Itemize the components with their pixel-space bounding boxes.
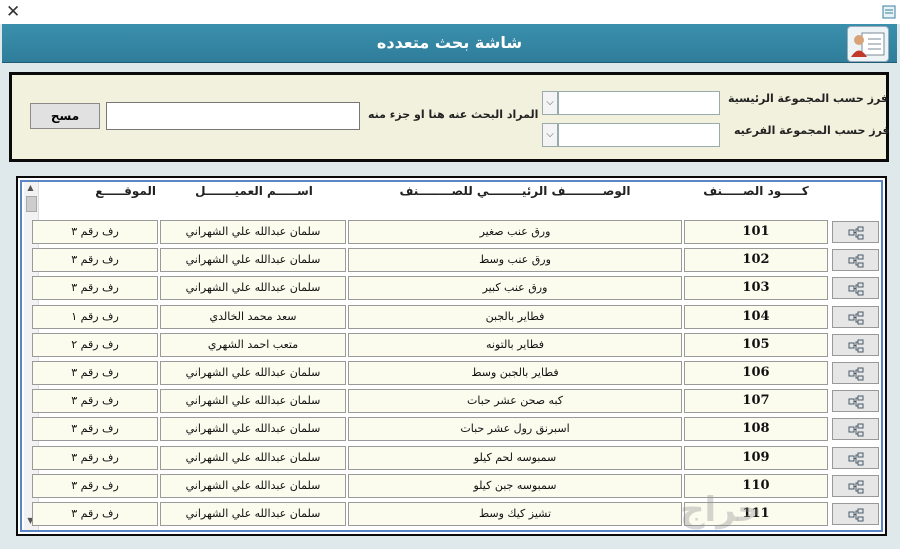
table-row[interactable]: رف رقم ١ سعد محمد الخالدي فطاير بالجبن 104 (0, 305, 900, 331)
cell-description[interactable]: تشيز كيك وسط (348, 502, 682, 526)
title-bar: شاشة بحث متعدده (2, 24, 897, 63)
cell-description[interactable]: فطاير بالتونه (348, 333, 682, 357)
hierarchy-icon (848, 282, 864, 296)
cell-location[interactable]: رف رقم ٣ (32, 502, 158, 526)
hierarchy-icon (848, 480, 864, 494)
row-select-button[interactable] (832, 249, 879, 271)
cell-code[interactable]: 107 (684, 389, 828, 413)
column-header-description[interactable]: الوصـــــــــف الرئيــــــــي للصـــــــ… (350, 180, 680, 202)
cell-employee[interactable]: سلمان عبدالله علي الشهراني (160, 446, 346, 470)
table-row[interactable]: رف رقم ٣ سلمان عبدالله علي الشهراني ورق عن… (0, 248, 900, 274)
row-select-button[interactable] (832, 277, 879, 299)
table-row[interactable]: رف رقم ٣ سلمان عبدالله علي الشهراني فطاير … (0, 361, 900, 387)
cell-employee[interactable]: سلمان عبدالله علي الشهراني (160, 502, 346, 526)
hierarchy-icon (848, 452, 864, 466)
cell-employee[interactable]: سلمان عبدالله علي الشهراني (160, 248, 346, 272)
cell-description[interactable]: ورق عنب صغير (348, 220, 682, 244)
cell-description[interactable]: سمبوسه لحم كيلو (348, 446, 682, 470)
sub-group-dropdown-icon[interactable]: ⌵ (542, 123, 558, 147)
row-select-button[interactable] (832, 418, 879, 440)
cell-code[interactable]: 102 (684, 248, 828, 272)
main-group-dropdown-icon[interactable]: ⌵ (542, 91, 558, 115)
table-row[interactable]: رف رقم ٣ سلمان عبدالله علي الشهراني سمبوسه… (0, 446, 900, 472)
main-group-label: فرز حسب المجموعة الرئيسية (728, 92, 889, 105)
hierarchy-icon (848, 508, 864, 522)
main-group-combo[interactable] (558, 91, 720, 115)
row-select-button[interactable] (832, 390, 879, 412)
cell-employee[interactable]: سلمان عبدالله علي الشهراني (160, 361, 346, 385)
window-title: شاشة بحث متعدده (376, 33, 523, 52)
hierarchy-icon (848, 311, 864, 325)
cell-location[interactable]: رف رقم ٣ (32, 361, 158, 385)
hierarchy-icon (848, 423, 864, 437)
cell-employee[interactable]: سعد محمد الخالدي (160, 305, 346, 329)
cell-location[interactable]: رف رقم ٣ (32, 417, 158, 441)
row-select-button[interactable] (832, 475, 879, 497)
cell-description[interactable]: اسبرنق رول عشر حبات (348, 417, 682, 441)
search-label: المراد البحث عنه هنا او جزء منه (368, 108, 539, 121)
column-header-location[interactable]: الموقـــــع (34, 180, 156, 202)
hierarchy-icon (848, 367, 864, 381)
cell-description[interactable]: سمبوسه جبن كيلو (348, 474, 682, 498)
user-card-icon (847, 26, 889, 62)
cell-code[interactable]: 101 (684, 220, 828, 244)
row-select-button[interactable] (832, 334, 879, 356)
cell-code[interactable]: 103 (684, 276, 828, 300)
table-row[interactable]: رف رقم ٣ سلمان عبدالله علي الشهراني اسبرنق… (0, 417, 900, 443)
table-row[interactable]: رف رقم ٣ سلمان عبدالله علي الشهراني ورق عن… (0, 276, 900, 302)
cell-location[interactable]: رف رقم ١ (32, 305, 158, 329)
column-header-code[interactable]: كـــــود الصـــــنف (686, 180, 826, 202)
table-row[interactable]: رف رقم ٣ سلمان عبدالله علي الشهراني تشيز ك… (0, 502, 900, 528)
cell-employee[interactable]: سلمان عبدالله علي الشهراني (160, 276, 346, 300)
cell-code[interactable]: 105 (684, 333, 828, 357)
cell-location[interactable]: رف رقم ٣ (32, 248, 158, 272)
restore-window-icon[interactable] (882, 5, 896, 19)
column-header-employee[interactable]: اســـــم العميـــــــل (162, 180, 346, 202)
search-input[interactable] (106, 102, 360, 130)
table-row[interactable]: رف رقم ٣ سلمان عبدالله علي الشهراني سمبوسه… (0, 474, 900, 500)
cell-employee[interactable]: سلمان عبدالله علي الشهراني (160, 474, 346, 498)
cell-location[interactable]: رف رقم ٣ (32, 220, 158, 244)
cell-code[interactable]: 108 (684, 417, 828, 441)
window-top-strip: ✕ (0, 0, 900, 24)
cell-location[interactable]: رف رقم ٣ (32, 276, 158, 300)
cell-employee[interactable]: سلمان عبدالله علي الشهراني (160, 389, 346, 413)
cell-employee[interactable]: سلمان عبدالله علي الشهراني (160, 417, 346, 441)
row-select-button[interactable] (832, 503, 879, 525)
sub-group-label: فرز حسب المجموعة الفرعيه (734, 124, 890, 137)
table-row[interactable]: رف رقم ٢ متعب احمد الشهري فطاير بالتونه 105 (0, 333, 900, 359)
hierarchy-icon (848, 226, 864, 240)
cell-code[interactable]: 106 (684, 361, 828, 385)
close-icon[interactable]: ✕ (6, 2, 20, 22)
cell-code[interactable]: 104 (684, 305, 828, 329)
cell-description[interactable]: فطاير بالجبن وسط (348, 361, 682, 385)
cell-location[interactable]: رف رقم ٣ (32, 389, 158, 413)
cell-code[interactable]: 109 (684, 446, 828, 470)
cell-description[interactable]: ورق عنب كبير (348, 276, 682, 300)
row-select-button[interactable] (832, 221, 879, 243)
cell-description[interactable]: كبه صحن عشر حبات (348, 389, 682, 413)
cell-employee[interactable]: متعب احمد الشهري (160, 333, 346, 357)
watermark-logo: حراج (680, 490, 762, 530)
cell-description[interactable]: فطاير بالجبن (348, 305, 682, 329)
table-row[interactable]: رف رقم ٣ سلمان عبدالله علي الشهراني كبه صح… (0, 389, 900, 415)
cell-employee[interactable]: سلمان عبدالله علي الشهراني (160, 220, 346, 244)
cell-location[interactable]: رف رقم ٣ (32, 474, 158, 498)
sub-group-combo[interactable] (558, 123, 720, 147)
hierarchy-icon (848, 254, 864, 268)
hierarchy-icon (848, 339, 864, 353)
cell-location[interactable]: رف رقم ٢ (32, 333, 158, 357)
row-select-button[interactable] (832, 362, 879, 384)
cell-description[interactable]: ورق عنب وسط (348, 248, 682, 272)
clear-button[interactable]: مسح (30, 103, 100, 129)
cell-location[interactable]: رف رقم ٣ (32, 446, 158, 470)
table-row[interactable]: رف رقم ٣ سلمان عبدالله علي الشهراني ورق عن… (0, 220, 900, 246)
row-select-button[interactable] (832, 306, 879, 328)
row-select-button[interactable] (832, 447, 879, 469)
hierarchy-icon (848, 395, 864, 409)
